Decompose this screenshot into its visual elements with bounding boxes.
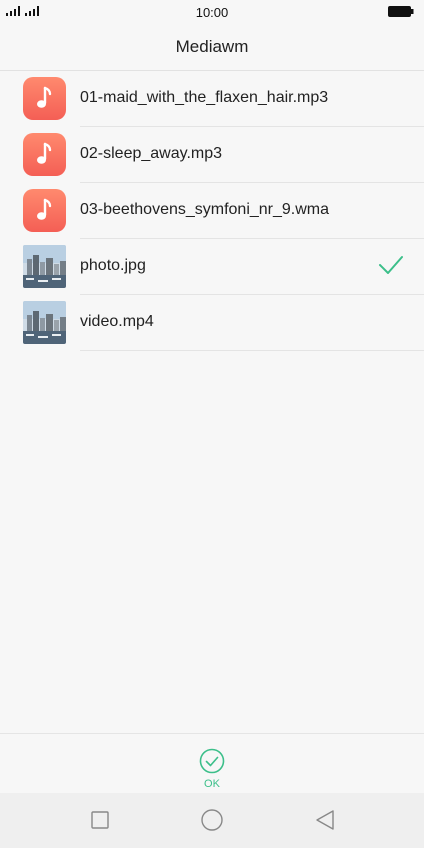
image-thumbnail xyxy=(23,245,66,288)
triangle-back-icon[interactable] xyxy=(313,808,337,832)
music-note-icon xyxy=(23,133,66,176)
music-note-icon xyxy=(23,189,66,232)
video-thumbnail xyxy=(23,301,66,344)
file-name: 03-beethovens_symfoni_nr_9.wma xyxy=(80,201,330,218)
status-time: 10:00 xyxy=(195,5,229,20)
file-row-02-sleep[interactable]: 02-sleep_away.mp3 xyxy=(0,127,424,183)
divider xyxy=(80,350,424,351)
music-note-icon xyxy=(23,77,66,120)
file-row-03-beethovens[interactable]: 03-beethovens_symfoni_nr_9.wma xyxy=(0,183,424,239)
file-name: photo.jpg xyxy=(80,257,146,274)
check-circle-icon xyxy=(199,748,225,774)
file-row-photo[interactable]: photo.jpg xyxy=(0,239,424,295)
square-icon[interactable] xyxy=(88,808,112,832)
ok-label: OK xyxy=(204,778,220,790)
navigation-bar xyxy=(0,793,424,848)
checkmark-icon xyxy=(379,256,403,274)
circle-icon[interactable] xyxy=(200,808,224,832)
ok-button[interactable]: OK xyxy=(187,740,237,790)
file-list: 01-maid_with_the_flaxen_hair.mp3 02-slee… xyxy=(0,71,424,351)
title-bar: Mediawm xyxy=(0,24,424,71)
file-name: 02-sleep_away.mp3 xyxy=(80,145,223,162)
file-name: video.mp4 xyxy=(80,313,154,330)
file-name: 01-maid_with_the_flaxen_hair.mp3 xyxy=(80,89,329,106)
file-row-01-maid[interactable]: 01-maid_with_the_flaxen_hair.mp3 xyxy=(0,71,424,127)
file-row-video[interactable]: video.mp4 xyxy=(0,295,424,351)
bottom-action-bar: OK xyxy=(0,733,424,794)
battery-icon xyxy=(388,6,414,17)
status-bar: 10:00 xyxy=(0,0,424,24)
page-title: Mediawm xyxy=(175,37,249,56)
